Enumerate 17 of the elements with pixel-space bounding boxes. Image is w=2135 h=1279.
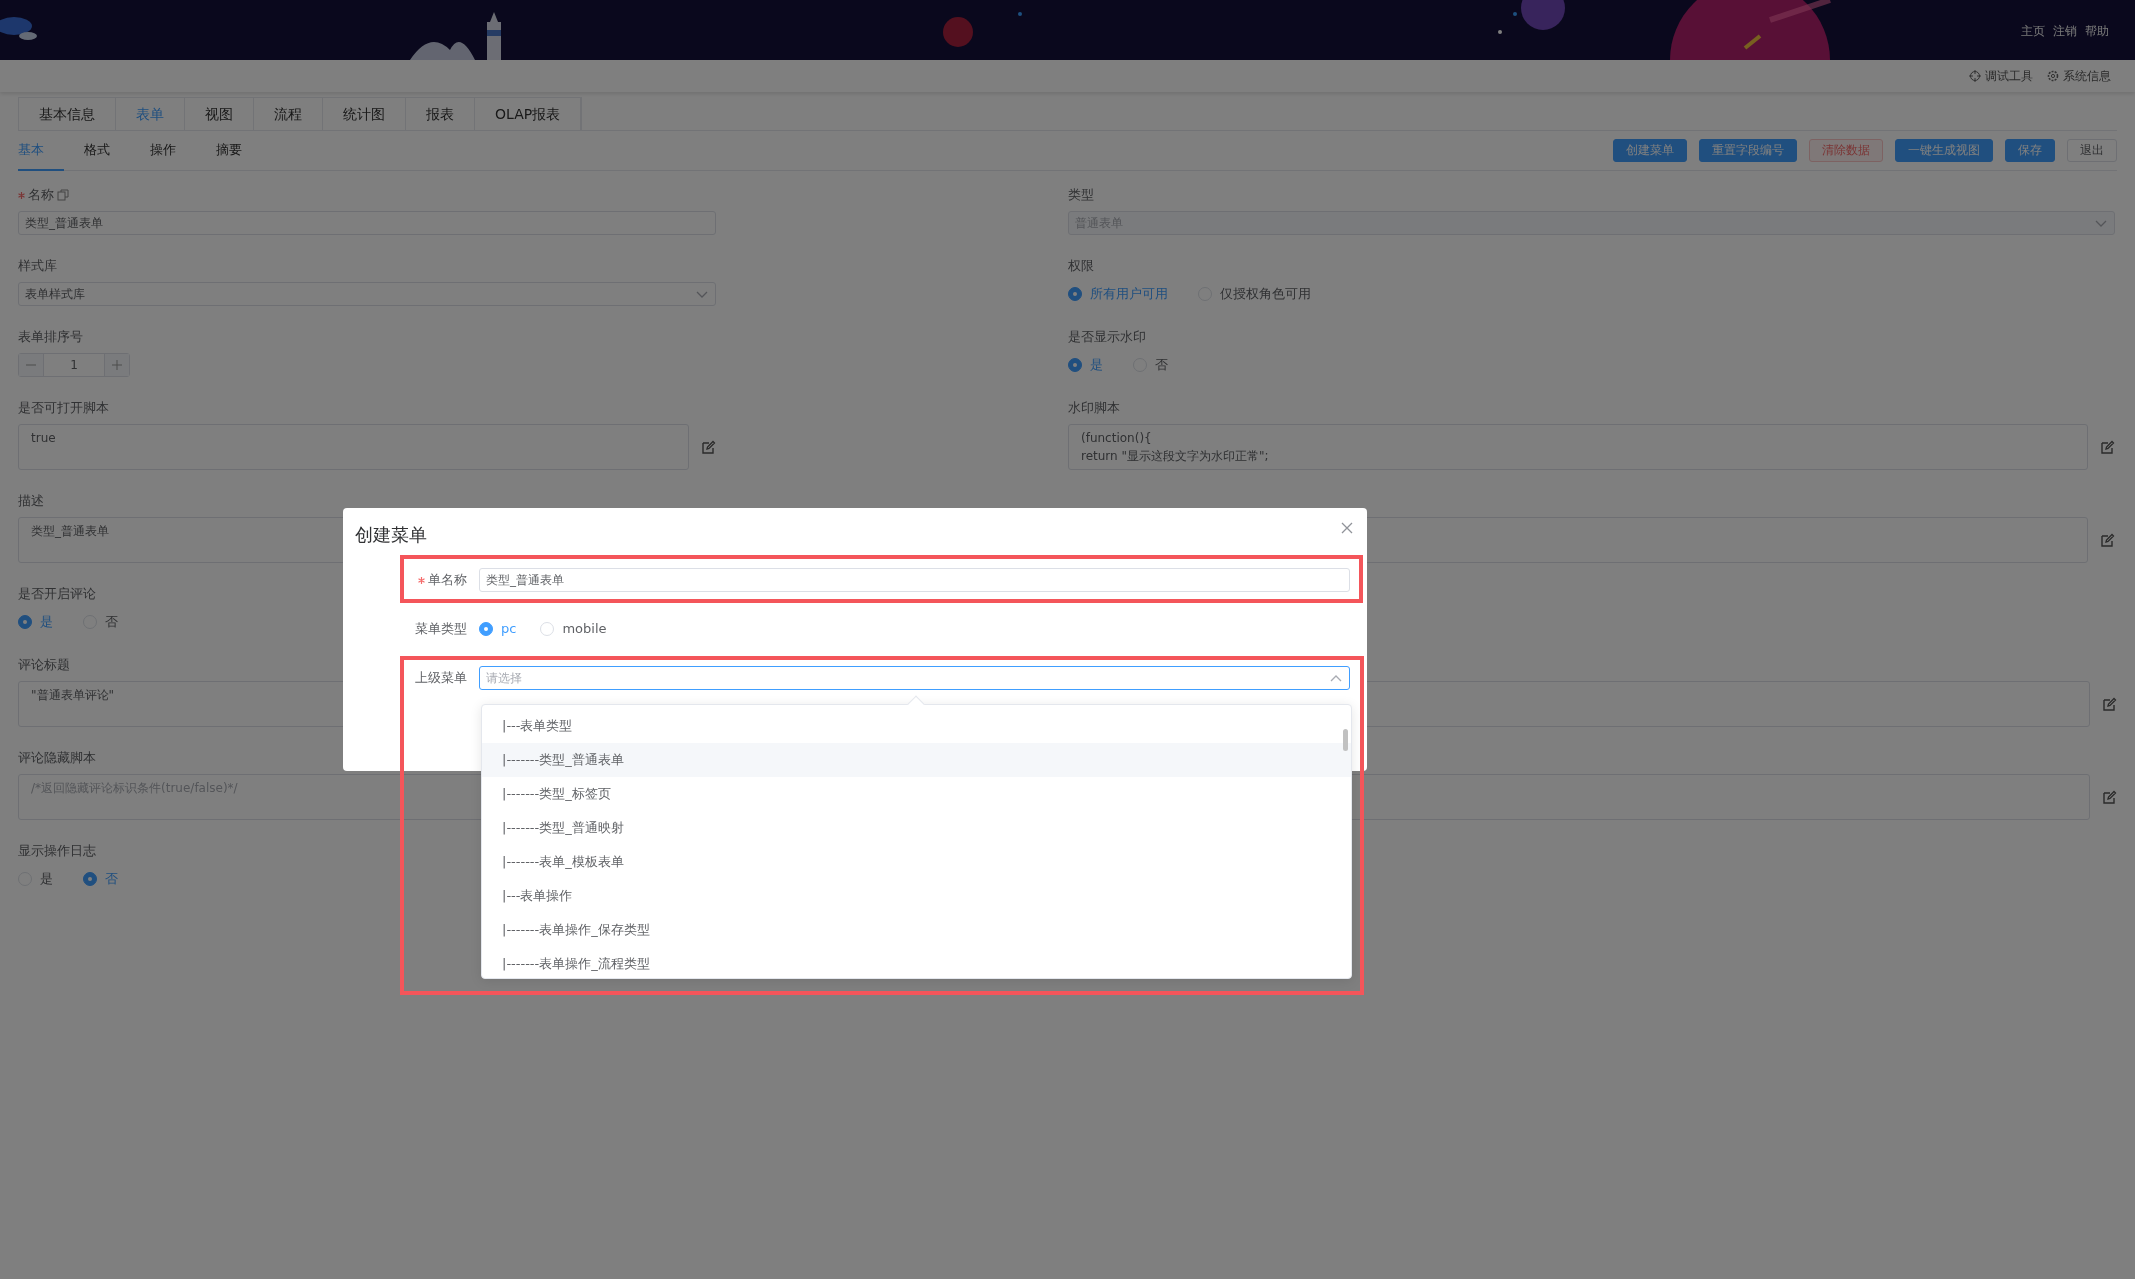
field-label: 单名称 — [428, 571, 467, 590]
field-label: 评论隐藏脚本 — [18, 749, 96, 767]
field-label: 描述 — [18, 492, 44, 510]
field-label: 显示操作日志 — [18, 842, 96, 860]
field-label: 是否显示水印 — [1068, 328, 1146, 346]
field-label: 是否可打开脚本 — [18, 399, 109, 417]
dialog-title: 创建菜单 — [355, 523, 427, 547]
field-label: 样式库 — [18, 257, 57, 275]
field-label: 是否开启评论 — [18, 585, 96, 603]
field-label: 名称 — [28, 186, 54, 204]
field-label: 评论标题 — [18, 656, 70, 674]
field-label: 菜单类型 — [415, 620, 467, 639]
field-label: 表单排序号 — [18, 328, 83, 346]
field-label: 类型 — [1068, 186, 1094, 204]
field-label: 权限 — [1068, 257, 1094, 275]
field-label: 上级菜单 — [415, 669, 467, 688]
field-label: 水印脚本 — [1068, 399, 1120, 417]
